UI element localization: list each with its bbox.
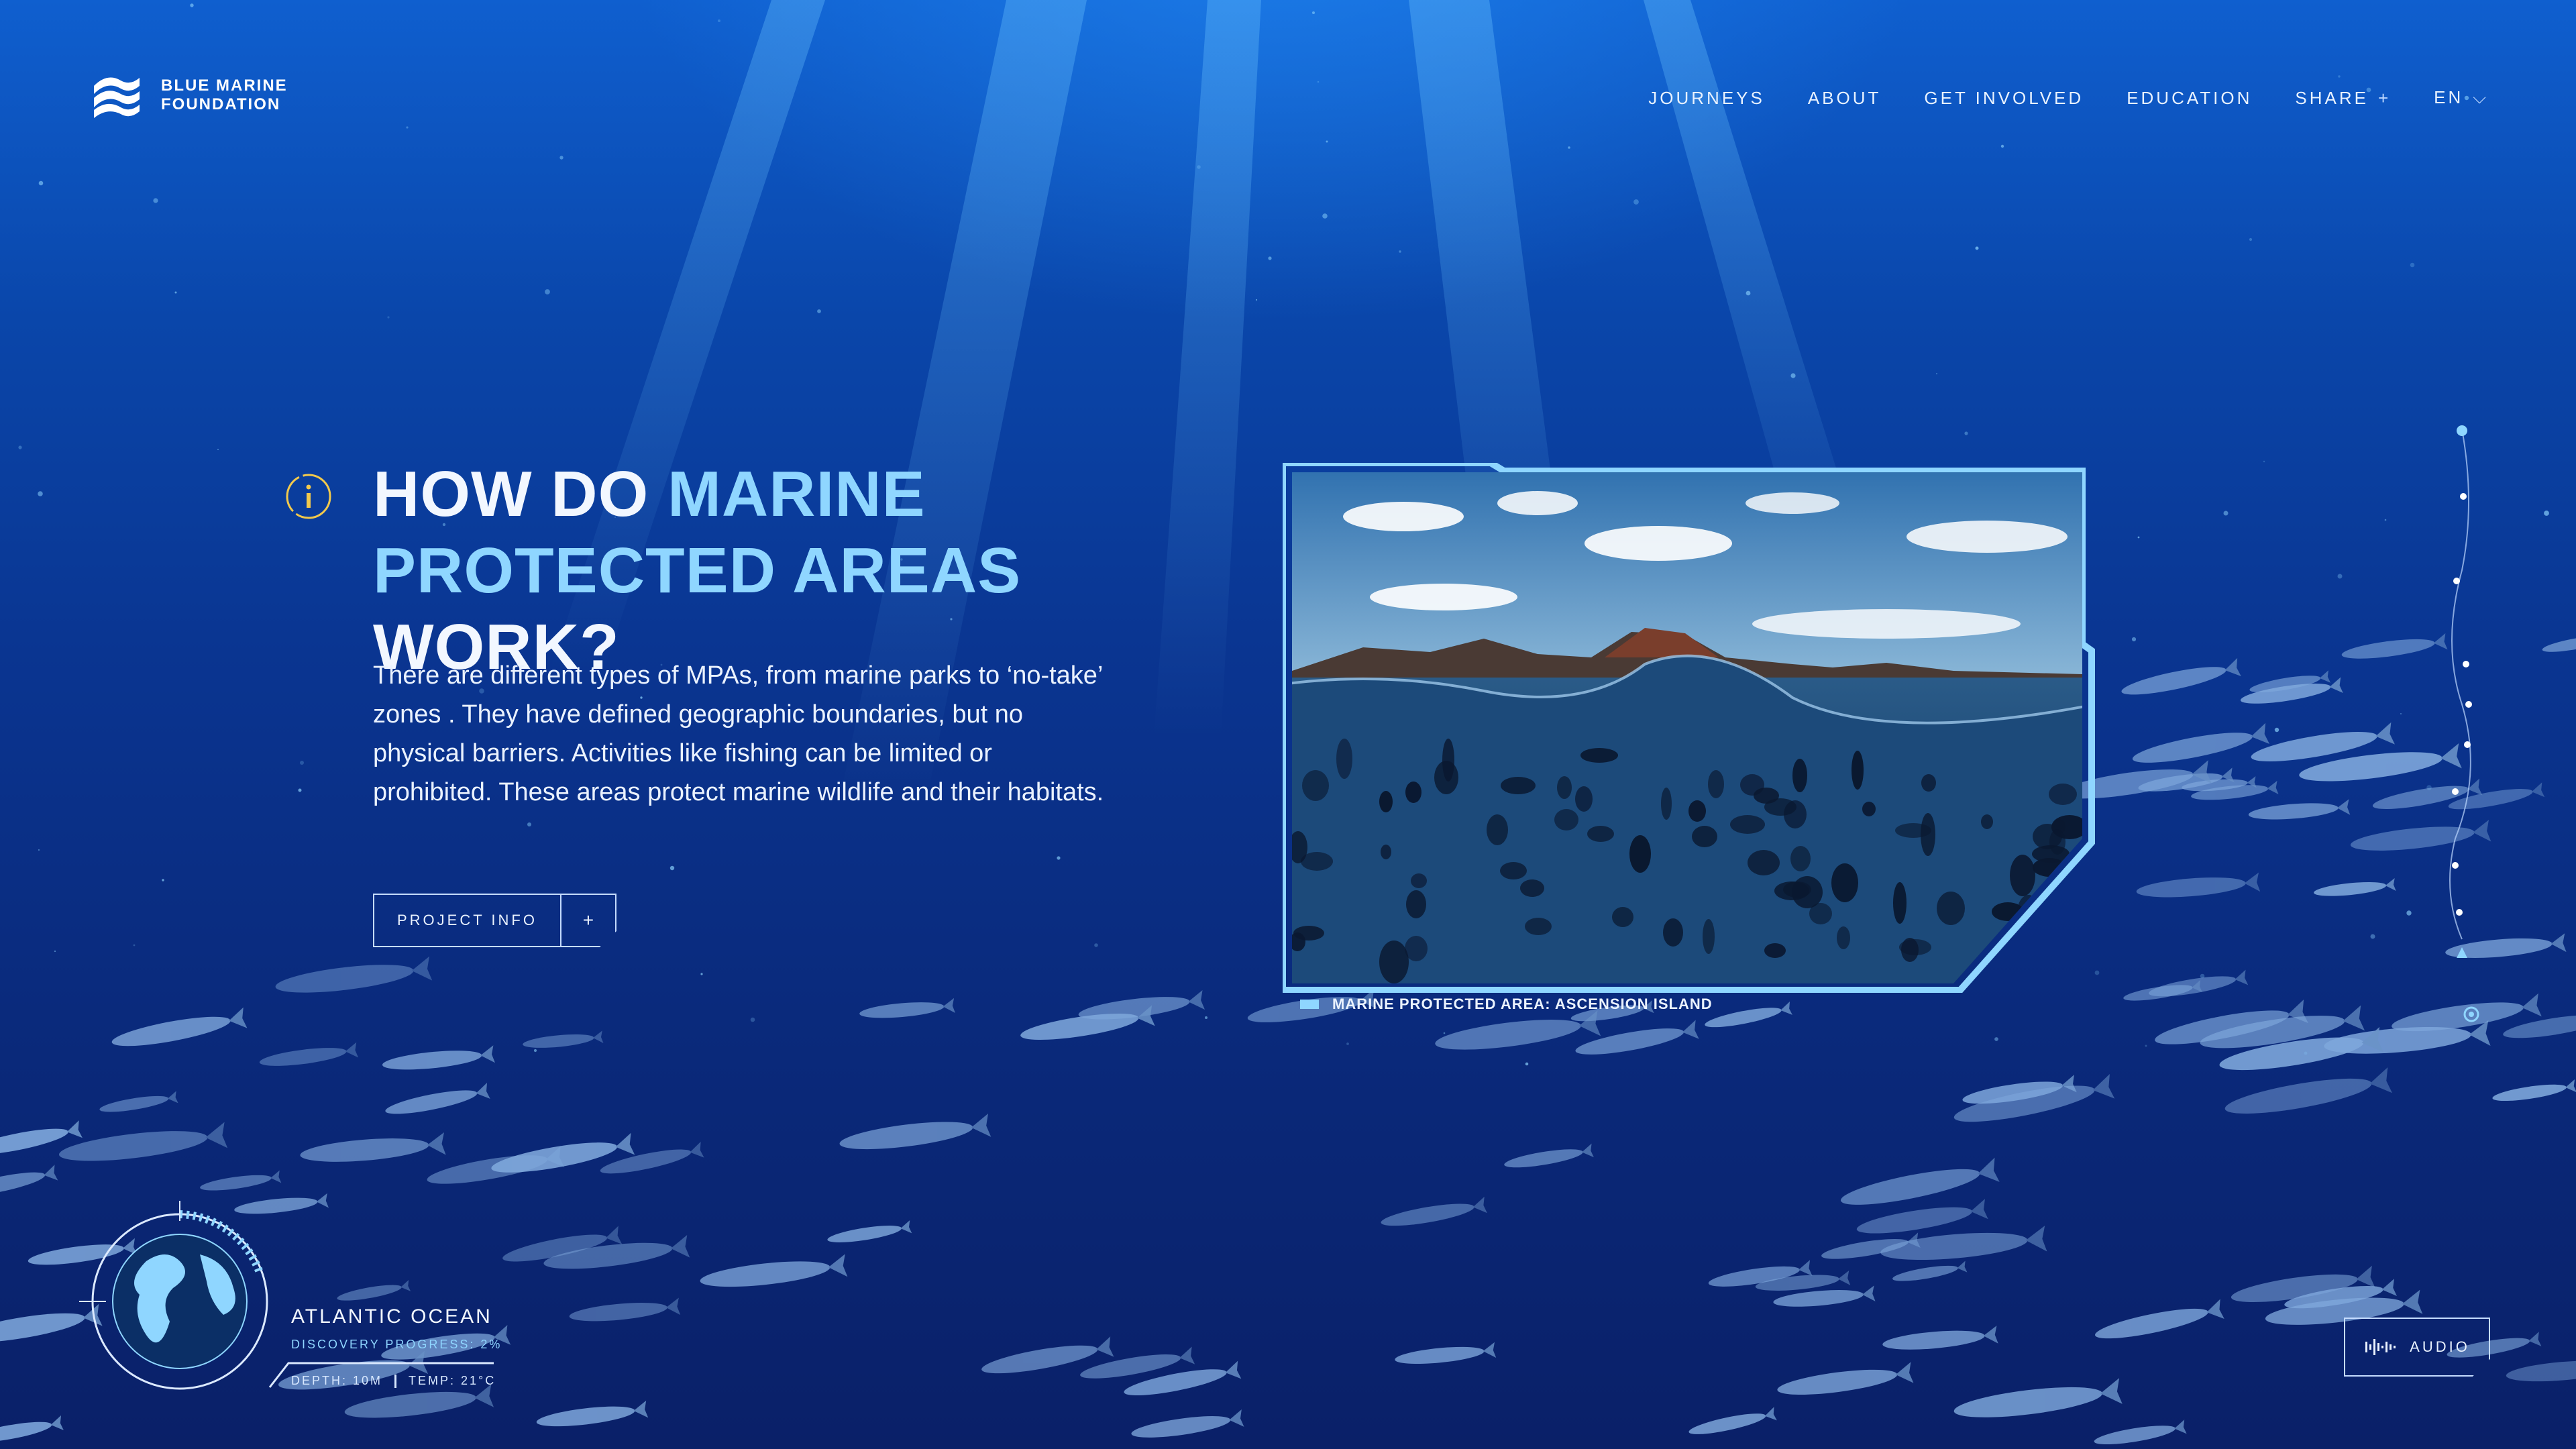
title-highlight-1: MARINE [667, 458, 926, 530]
brand-line-2: FOUNDATION [161, 95, 281, 113]
page-title: HOW DO MARINE PROTECTED AREAS WORK? [373, 456, 1245, 686]
nav-get-involved[interactable]: GET INVOLVED [1924, 88, 2084, 109]
globe-icon[interactable] [79, 1201, 280, 1402]
plus-icon: + [559, 894, 616, 947]
audio-label: AUDIO [2410, 1338, 2470, 1355]
title-highlight-2: PROTECTED AREAS [373, 535, 1022, 606]
caption-text: MARINE PROTECTED AREA: ASCENSION ISLAND [1332, 996, 1713, 1012]
location-name: ATLANTIC OCEAN [291, 1305, 492, 1328]
audio-waveform-icon [2365, 1339, 2396, 1355]
nav-share-label: SHARE [2295, 87, 2369, 108]
brand-logo[interactable]: BLUE MARINE FOUNDATION [87, 66, 288, 125]
info-icon[interactable] [283, 471, 334, 522]
stats-separator [394, 1374, 397, 1388]
depth-readout: DEPTH: 10M [291, 1374, 383, 1387]
top-nav: JOURNEYS ABOUT GET INVOLVED EDUCATION SH… [1648, 87, 2489, 109]
temperature-readout: TEMP: 21°C [409, 1374, 496, 1387]
journey-progress-track[interactable] [2415, 423, 2496, 1026]
ascension-island-image [1279, 460, 2095, 994]
nav-share[interactable]: SHARE + [2295, 88, 2391, 109]
caption-marker [1300, 1000, 1319, 1009]
media-frame[interactable] [1279, 460, 2096, 994]
title-part-1: HOW DO [373, 458, 667, 530]
plus-icon: + [2377, 87, 2392, 108]
chevron-down-icon: ⌵ [2473, 87, 2489, 107]
language-label: EN [2434, 87, 2464, 107]
brand-line-1: BLUE MARINE [161, 76, 288, 95]
discovery-progress: DISCOVERY PROGRESS: 2% [291, 1338, 502, 1351]
brand-name: BLUE MARINE FOUNDATION [161, 76, 288, 114]
project-info-label: PROJECT INFO [373, 894, 560, 947]
media-caption: MARINE PROTECTED AREA: ASCENSION ISLAND [1300, 996, 1713, 1013]
nav-education[interactable]: EDUCATION [2127, 88, 2252, 109]
project-info-button[interactable]: PROJECT INFO + [373, 894, 616, 947]
location-stats: DEPTH: 10M TEMP: 21°C [291, 1374, 496, 1388]
nav-about[interactable]: ABOUT [1808, 88, 1882, 109]
audio-toggle-button[interactable]: AUDIO [2344, 1318, 2490, 1377]
language-selector[interactable]: EN ⌵ [2434, 87, 2489, 109]
nav-journeys[interactable]: JOURNEYS [1648, 88, 1765, 109]
intro-paragraph: There are different types of MPAs, from … [373, 661, 1104, 806]
waves-logo-icon [94, 77, 140, 118]
